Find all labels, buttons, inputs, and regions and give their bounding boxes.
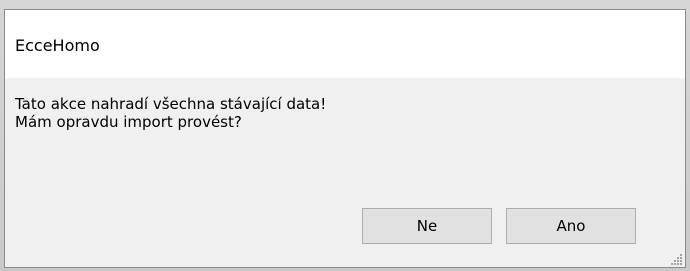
message-line-2: Mám opravdu import provést?	[15, 113, 242, 131]
dialog-title: EcceHomo	[15, 36, 100, 55]
dialog-message: Tato akce nahradí všechna stávající data…	[15, 95, 326, 131]
yes-button[interactable]: Ano	[506, 208, 636, 244]
no-button[interactable]: Ne	[362, 208, 492, 244]
confirm-dialog: EcceHomo Tato akce nahradí všechna stáva…	[4, 9, 686, 268]
dialog-titlebar[interactable]: EcceHomo	[5, 10, 685, 78]
size-grip-icon[interactable]	[671, 253, 683, 265]
desktop-background: EcceHomo Tato akce nahradí všechna stáva…	[0, 0, 690, 271]
message-line-1: Tato akce nahradí všechna stávající data…	[15, 95, 327, 113]
